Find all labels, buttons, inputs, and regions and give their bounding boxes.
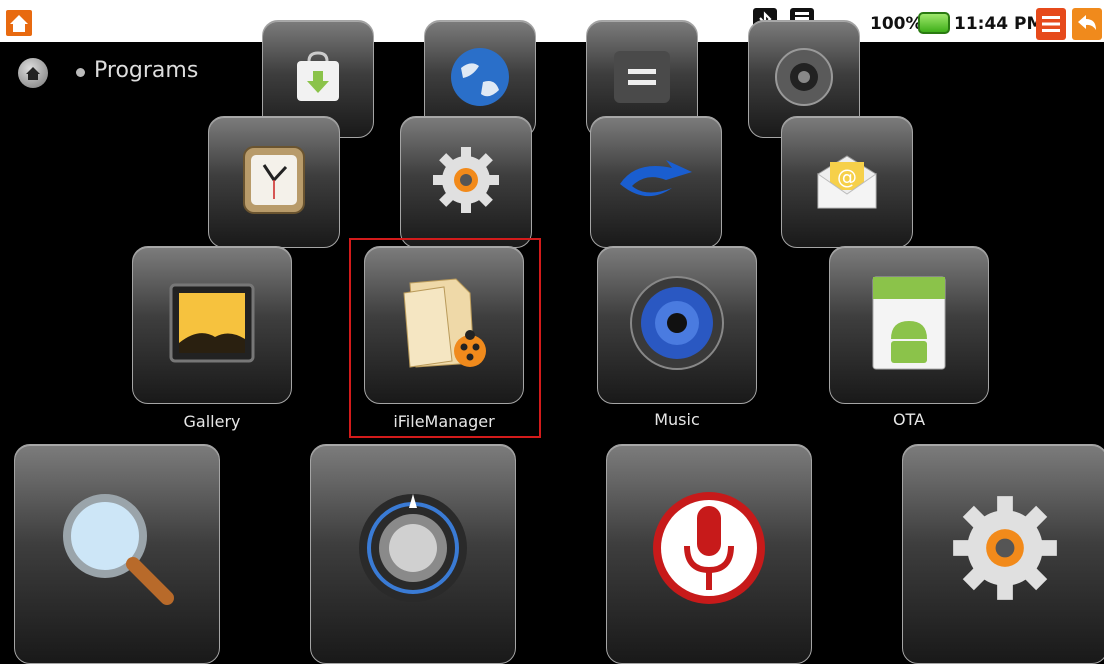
settings-app-tile[interactable] [400,116,532,248]
battery-percent: 100% [870,14,923,34]
home-icon[interactable] [18,58,48,88]
search-icon [57,488,177,612]
volume-knob-icon [353,488,473,612]
sync-app-tile[interactable] [590,116,722,248]
voice-app-tile[interactable] [606,444,812,664]
settings-gear-icon [431,145,501,219]
calculator-icon [614,51,670,107]
menu-icon[interactable] [1036,8,1066,40]
voice-microphone-icon [649,488,769,612]
browser-globe-icon [449,46,511,112]
selection-highlight [349,238,541,438]
clock-app-tile[interactable] [208,116,340,248]
svg-text:@: @ [837,165,857,189]
camera-icon [774,47,834,111]
ota-app-tile[interactable] [829,246,989,404]
android-ota-icon [871,275,947,375]
market-icon [293,51,343,107]
app-label-gallery: Gallery [183,412,241,431]
app-label-ota: OTA [892,410,926,429]
home-status-icon[interactable] [6,10,32,36]
battery-icon [918,12,950,34]
settings-app-tile-large[interactable] [902,444,1104,664]
sync-icon [616,158,696,206]
clock-time: 11:44 PM [954,14,1044,34]
gallery-icon [169,283,255,367]
status-bar: 100% 11:44 PM [0,8,1104,42]
email-icon: @ [814,150,880,214]
music-app-tile[interactable] [597,246,757,404]
breadcrumb-title: Programs [94,58,199,83]
music-speaker-icon [629,275,725,375]
settings-gear-icon [950,493,1060,607]
email-app-tile[interactable]: @ [781,116,913,248]
back-icon[interactable] [1072,8,1102,40]
breadcrumb-dot-icon [76,68,85,77]
volume-app-tile[interactable] [310,444,516,664]
app-label-music: Music [654,410,700,429]
gallery-app-tile[interactable] [132,246,292,404]
clock-icon [242,145,306,219]
search-app-tile[interactable] [14,444,220,664]
